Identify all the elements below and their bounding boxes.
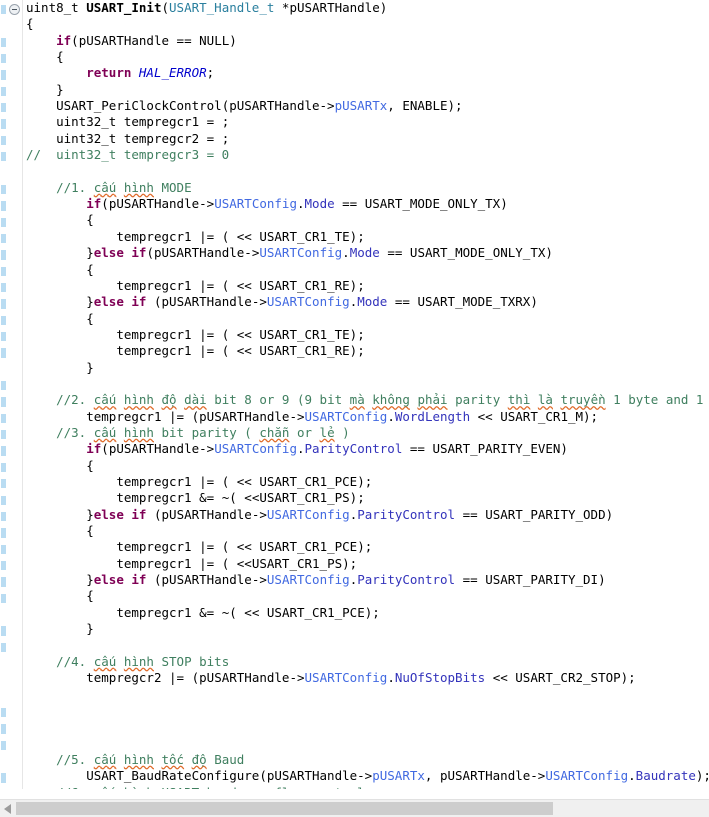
code-line: {: [86, 457, 94, 473]
change-bar: [1, 184, 6, 195]
code-line: tempregcr1 |= ( << USART_CR1_RE);: [116, 343, 365, 359]
change-bar: [1, 37, 6, 48]
change-bar: [1, 54, 6, 64]
code-line: }else if(pUSARTHandle->USARTConfig.Mode …: [86, 245, 553, 261]
code-line: tempregcr1 |= ( << USART_CR1_RE);: [116, 277, 365, 293]
code-line: {: [86, 588, 94, 604]
horizontal-scrollbar[interactable]: [0, 799, 709, 817]
code-line: uint32_t tempregcr2 = ;: [56, 130, 230, 146]
code-lines: uint8_t USART_Init(USART_Handle_t *pUSAR…: [26, 0, 709, 799]
code-line: //1. cấu hình MODE: [56, 179, 192, 195]
code-text-area[interactable]: uint8_t USART_Init(USART_Handle_t *pUSAR…: [23, 0, 709, 799]
code-line: {: [86, 523, 94, 538]
change-bar: [1, 593, 6, 603]
code-line: //2. cấu hình độ dài bit 8 or 9 (9 bit m…: [56, 392, 704, 408]
code-line: }: [86, 621, 94, 637]
editor-body: uint8_t USART_Init(USART_Handle_t *pUSAR…: [0, 0, 709, 799]
code-line: //3. cấu hình bit parity ( chẵn or lẻ ): [56, 424, 350, 440]
horizontal-scrollbar-thumb[interactable]: [16, 802, 553, 815]
code-line: if(pUSARTHandle == NULL): [56, 32, 237, 48]
change-bar: [1, 217, 6, 227]
change-bar: [1, 250, 6, 260]
code-line: uint8_t USART_Init(USART_Handle_t *pUSAR…: [26, 0, 388, 15]
code-line: //5. cấu hình tốc độ Baud: [56, 751, 245, 767]
change-bar: [1, 282, 6, 293]
change-bar: [1, 740, 6, 751]
change-bar: [1, 266, 6, 276]
change-bar-gutter: [0, 0, 8, 799]
code-line: {: [86, 261, 94, 277]
code-line: tempregcr1 |= ( << USART_CR1_PCE);: [116, 539, 373, 555]
scroll-left-arrow-icon[interactable]: [4, 804, 11, 814]
change-bar: [1, 103, 6, 113]
change-bar: [1, 135, 6, 146]
change-bar: [1, 528, 6, 538]
code-line: tempregcr1 |= ( << USART_CR1_PCE);: [116, 473, 373, 489]
code-line: }: [56, 81, 64, 97]
change-bar: [1, 86, 6, 97]
code-line: USART_BaudRateConfigure(pUSARTHandle->pU…: [86, 768, 709, 784]
code-line: {: [26, 16, 34, 32]
code-line: {: [56, 49, 64, 65]
code-line: return HAL_ERROR;: [86, 65, 215, 81]
change-bar: [1, 495, 6, 505]
change-bar: [1, 642, 6, 652]
code-line: tempregcr1 |= ( <<USART_CR1_PS);: [116, 555, 358, 571]
change-bar: [1, 446, 6, 456]
change-bar: [1, 397, 6, 407]
change-bar: [1, 511, 6, 522]
code-line: //4. cấu hình STOP bits: [56, 653, 230, 669]
code-line: tempregcr1 |= ( << USART_CR1_TE);: [116, 326, 365, 342]
change-bar: [1, 560, 6, 571]
change-bar: [1, 724, 6, 734]
change-bar: [1, 348, 6, 358]
change-bar: [1, 152, 6, 162]
code-line: {: [86, 212, 94, 228]
change-bar: [1, 381, 6, 391]
code-line: tempregcr1 &= ~( <<USART_CR1_PS);: [116, 490, 365, 506]
code-line: USART_PeriClockControl(pUSARTHandle->pUS…: [56, 98, 463, 114]
code-line: if(pUSARTHandle->USARTConfig.Mode == USA…: [86, 196, 508, 212]
change-bar: [1, 119, 6, 129]
change-bar: [1, 299, 6, 309]
change-bar: [1, 233, 6, 244]
change-bar: [1, 201, 6, 211]
code-line: {: [86, 310, 94, 326]
change-bar: [1, 577, 6, 587]
code-line: tempregcr1 |= (pUSARTHandle->USARTConfig…: [86, 408, 599, 424]
code-line: tempregcr1 &= ~( << USART_CR1_PCE);: [116, 604, 380, 620]
change-bar: [1, 462, 6, 473]
code-line: tempregcr1 |= ( << USART_CR1_TE);: [116, 228, 365, 244]
code-line: }else if (pUSARTHandle->USARTConfig.Mode…: [86, 294, 538, 310]
change-bar: [1, 70, 6, 80]
code-line: uint32_t tempregcr1 = ;: [56, 114, 230, 130]
collapse-fold-icon[interactable]: [9, 4, 20, 15]
change-bar: [1, 708, 6, 718]
change-bar: [1, 5, 6, 15]
fold-gutter[interactable]: [8, 0, 23, 799]
change-bar: [1, 773, 6, 783]
code-line: tempregcr2 |= (pUSARTHandle->USARTConfig…: [86, 670, 636, 686]
change-bar: [1, 315, 6, 325]
code-line: }else if (pUSARTHandle->USARTConfig.Pari…: [86, 572, 606, 588]
code-line: }: [86, 359, 94, 375]
code-line: // uint32_t tempregcr3 = 0: [26, 147, 230, 163]
code-line: }else if (pUSARTHandle->USARTConfig.Pari…: [86, 506, 614, 522]
change-bar: [1, 413, 6, 424]
change-bar: [1, 479, 6, 489]
change-bar: [1, 544, 6, 554]
code-editor: uint8_t USART_Init(USART_Handle_t *pUSAR…: [0, 0, 709, 817]
change-bar: [1, 626, 6, 636]
change-bar: [1, 332, 6, 342]
code-line: if(pUSARTHandle->USARTConfig.ParityContr…: [86, 441, 568, 457]
change-bar: [1, 430, 6, 440]
